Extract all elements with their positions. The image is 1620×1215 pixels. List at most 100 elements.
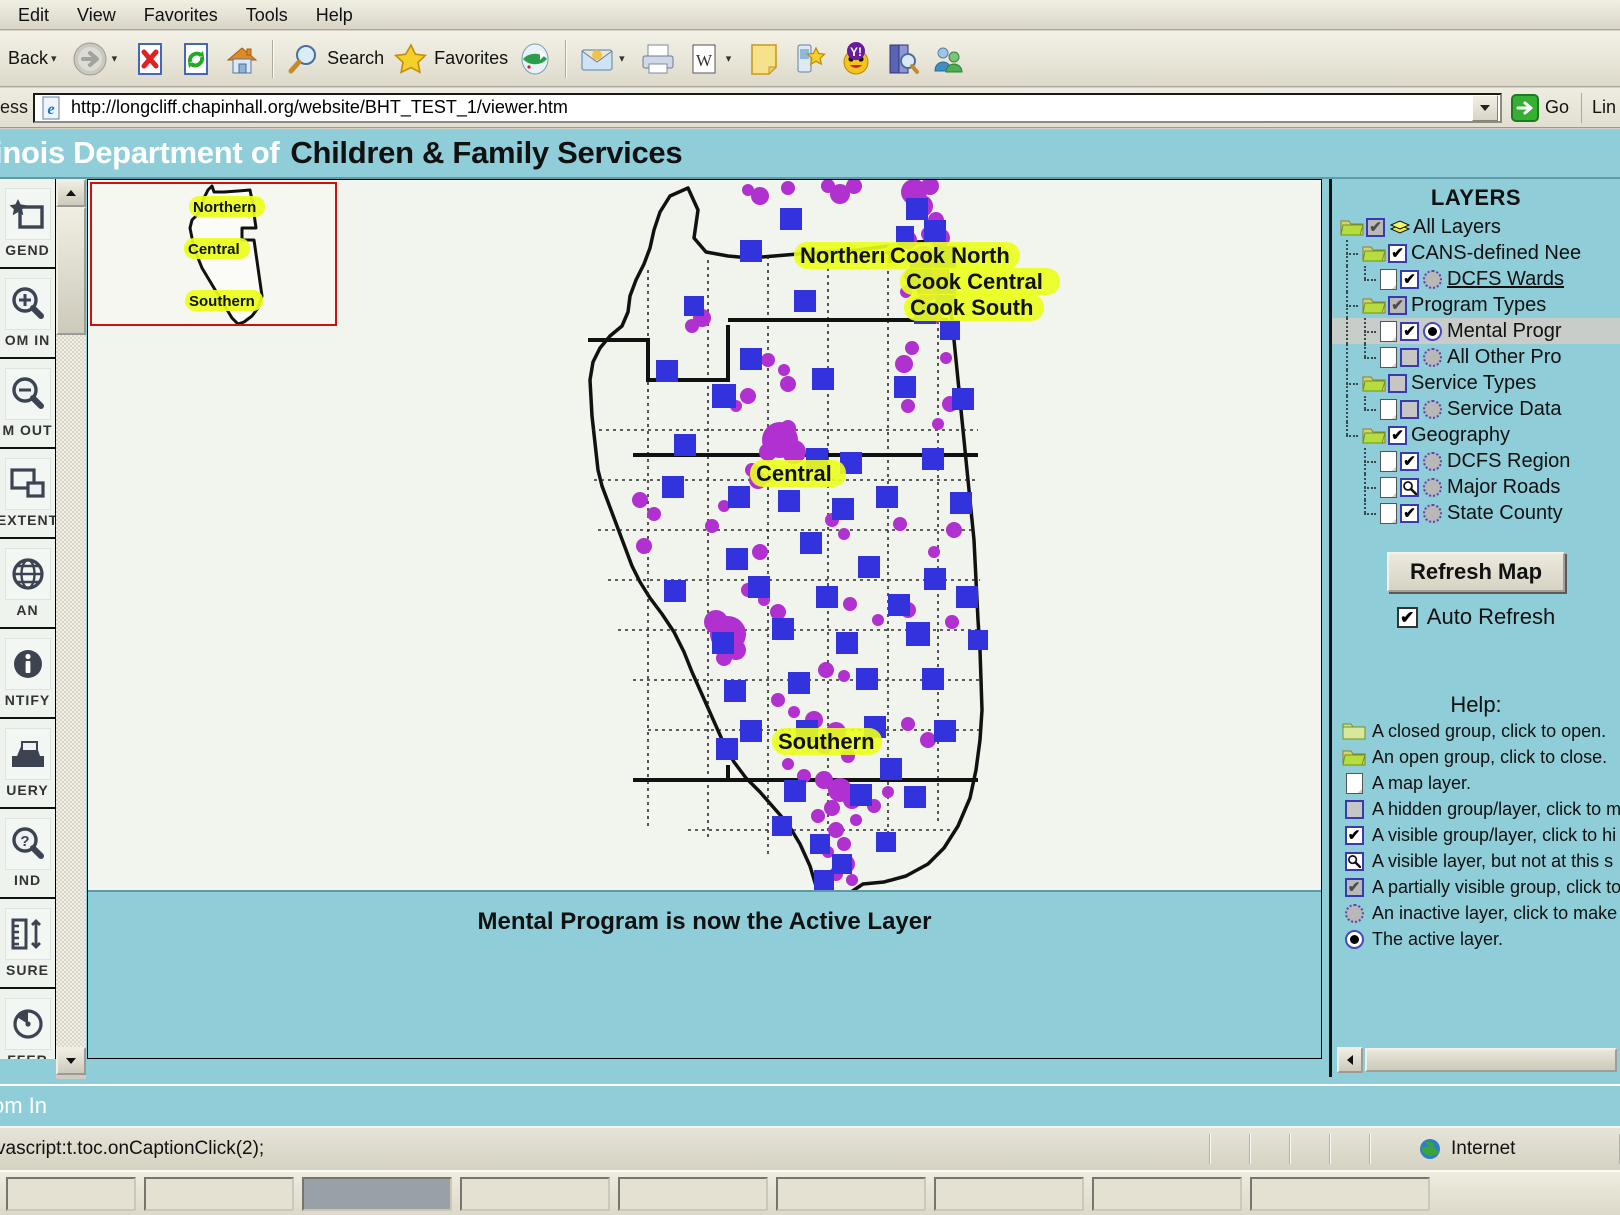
- taskbar-item-4[interactable]: [460, 1176, 610, 1211]
- folder-open-icon[interactable]: [1362, 243, 1386, 263]
- go-button[interactable]: Go: [1502, 93, 1577, 123]
- menu-item-favorites[interactable]: Favorites: [130, 2, 232, 28]
- tool-buffer[interactable]: FFER: [0, 989, 55, 1059]
- checkbox-zoom-icon[interactable]: [1400, 477, 1419, 497]
- overview-map[interactable]: Northern Central Southern: [90, 182, 337, 326]
- edit-dropdown-icon[interactable]: ▾: [726, 52, 732, 65]
- tool-find[interactable]: ? IND: [0, 809, 55, 899]
- overview-map-svg[interactable]: Northern Central Southern: [92, 184, 335, 324]
- auto-refresh-row[interactable]: ✔ Auto Refresh: [1332, 604, 1620, 630]
- checkbox-checked-icon[interactable]: ✔: [1400, 503, 1419, 523]
- tool-measure[interactable]: SURE: [0, 899, 55, 989]
- map-layer-icon[interactable]: [1380, 502, 1397, 524]
- taskbar-item-6[interactable]: [776, 1176, 926, 1211]
- layer-row-geography[interactable]: ✔ Geography: [1332, 422, 1620, 448]
- layer-row-cans-defined-needs[interactable]: ✔ CANS-defined Nee: [1332, 240, 1620, 266]
- taskbar-item-2[interactable]: [144, 1176, 294, 1211]
- forward-dropdown-icon[interactable]: ▾: [112, 52, 118, 65]
- menu-item-tools[interactable]: Tools: [232, 2, 302, 28]
- map-layer-icon[interactable]: [1380, 476, 1397, 498]
- folder-open-icon[interactable]: [1362, 425, 1386, 445]
- encyclopedia-button[interactable]: [879, 34, 925, 84]
- layer-row-major-roads[interactable]: Major Roads: [1332, 474, 1620, 500]
- refresh-map-button[interactable]: Refresh Map: [1387, 552, 1565, 592]
- taskbar-tray[interactable]: [1250, 1176, 1430, 1211]
- print-button[interactable]: [635, 34, 681, 84]
- back-button[interactable]: Back ▾: [0, 34, 67, 84]
- checkbox-checked-icon[interactable]: ✔: [1388, 425, 1407, 445]
- checkbox-checked-icon[interactable]: ✔: [1400, 269, 1419, 289]
- radio-off-icon[interactable]: [1423, 451, 1442, 471]
- menu-item-help[interactable]: Help: [302, 2, 367, 28]
- folder-open-icon[interactable]: [1340, 217, 1364, 237]
- layer-row-all-layers[interactable]: ✔ All Layers: [1332, 214, 1620, 240]
- tool-zoom-out[interactable]: M OUT: [0, 359, 55, 449]
- address-input[interactable]: e http://longcliff.chapinhall.org/websit…: [33, 92, 1502, 123]
- messenger-star-button[interactable]: [787, 34, 833, 84]
- layer-row-mental-program[interactable]: ✔ Mental Progr: [1332, 318, 1620, 344]
- scroll-down-button[interactable]: [56, 1047, 86, 1075]
- menu-item-view[interactable]: View: [63, 2, 130, 28]
- checkbox-empty-icon[interactable]: [1388, 373, 1407, 393]
- checkbox-partial-icon[interactable]: ✔: [1388, 295, 1407, 315]
- layer-row-state-county[interactable]: ✔ State County: [1332, 500, 1620, 526]
- search-button[interactable]: Search: [281, 34, 388, 84]
- folder-open-icon[interactable]: [1362, 295, 1386, 315]
- map-layer-icon[interactable]: [1380, 398, 1397, 420]
- checkbox-empty-icon[interactable]: [1400, 399, 1419, 419]
- radio-off-icon[interactable]: [1423, 399, 1442, 419]
- tool-query[interactable]: UERY: [0, 719, 55, 809]
- history-button[interactable]: [512, 34, 558, 84]
- tool-identify[interactable]: NTIFY: [0, 629, 55, 719]
- tool-full-extent[interactable]: EXTENT: [0, 449, 55, 539]
- checkbox-empty-icon[interactable]: [1400, 347, 1419, 367]
- hscroll-left-button[interactable]: [1337, 1047, 1363, 1073]
- layer-row-dcfs-wards[interactable]: ✔ DCFS Wards: [1332, 266, 1620, 292]
- taskbar-item-1[interactable]: [6, 1176, 136, 1211]
- tool-legend[interactable]: GEND: [0, 179, 55, 269]
- layer-row-dcfs-regions[interactable]: ✔ DCFS Region: [1332, 448, 1620, 474]
- radio-off-icon[interactable]: [1423, 347, 1442, 367]
- radio-off-icon[interactable]: [1423, 269, 1442, 289]
- taskbar-item-5[interactable]: [618, 1176, 768, 1211]
- scroll-track[interactable]: [56, 335, 86, 1047]
- menu-item-edit[interactable]: Edit: [4, 2, 63, 28]
- scroll-up-button[interactable]: [56, 179, 86, 207]
- map-layer-icon[interactable]: [1380, 320, 1397, 342]
- mail-button[interactable]: ▾: [574, 34, 635, 84]
- checkbox-checked-icon[interactable]: ✔: [1400, 321, 1419, 341]
- hscroll-thumb[interactable]: [1365, 1048, 1617, 1072]
- map-layer-icon[interactable]: [1380, 450, 1397, 472]
- status-zone-cell[interactable]: Internet: [1370, 1134, 1620, 1164]
- checkbox-checked-icon[interactable]: ✔: [1388, 243, 1407, 263]
- home-button[interactable]: [219, 34, 265, 84]
- forward-button[interactable]: ▾: [67, 34, 128, 84]
- tool-pan[interactable]: AN: [0, 539, 55, 629]
- favorites-button[interactable]: Favorites: [388, 34, 512, 84]
- tool-zoom-in[interactable]: OM IN: [0, 269, 55, 359]
- stop-button[interactable]: [127, 34, 173, 84]
- folder-open-icon[interactable]: [1362, 373, 1386, 393]
- taskbar-item-7[interactable]: [934, 1176, 1084, 1211]
- checkbox-checked-icon[interactable]: ✔: [1400, 451, 1419, 471]
- mail-dropdown-icon[interactable]: ▾: [619, 52, 625, 65]
- layer-row-program-types[interactable]: ✔ Program Types: [1332, 292, 1620, 318]
- layer-row-service-types[interactable]: Service Types: [1332, 370, 1620, 396]
- back-dropdown-icon[interactable]: ▾: [51, 52, 57, 65]
- address-dropdown-icon[interactable]: [1471, 94, 1498, 121]
- refresh-button[interactable]: [173, 34, 219, 84]
- tool-column-scrollbar[interactable]: [56, 179, 86, 1079]
- links-label[interactable]: Lin: [1580, 92, 1620, 123]
- layers-panel-hscrollbar[interactable]: [1337, 1047, 1617, 1073]
- map-area[interactable]: Northern Cook North Cook Central Cook So…: [87, 179, 1322, 1059]
- layer-row-all-other-programs[interactable]: All Other Pro: [1332, 344, 1620, 370]
- scroll-thumb[interactable]: [56, 207, 86, 335]
- map-layer-icon[interactable]: [1380, 268, 1397, 290]
- layer-row-service-data[interactable]: Service Data: [1332, 396, 1620, 422]
- notes-button[interactable]: [741, 34, 787, 84]
- layer-label[interactable]: DCFS Wards: [1447, 268, 1564, 291]
- radio-off-icon[interactable]: [1423, 477, 1442, 497]
- people-button[interactable]: [925, 34, 971, 84]
- map-layer-icon[interactable]: [1380, 346, 1397, 368]
- yahoo-button[interactable]: Y!: [833, 34, 879, 84]
